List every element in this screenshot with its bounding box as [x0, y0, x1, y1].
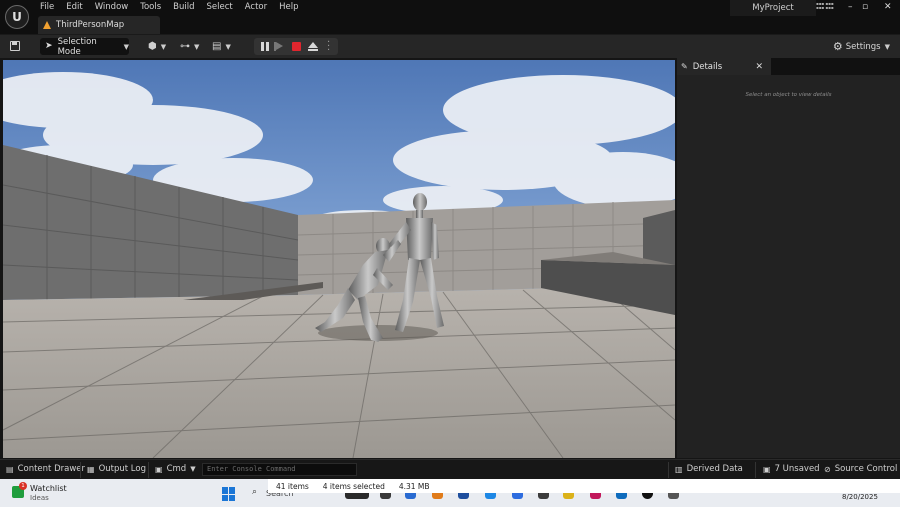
add-cube-icon: ⬢ [148, 41, 157, 52]
taskbar-date: 8/20/2025 [842, 493, 878, 501]
cmd-label: Cmd [166, 464, 187, 474]
source-control-icon: ⊘ [824, 464, 831, 474]
content-drawer-button[interactable]: ▤ Content Drawer [6, 464, 85, 474]
chevron-down-icon: ▼ [160, 42, 167, 51]
selection-mode-button[interactable]: ➤ Selection Mode ▼ [40, 36, 129, 57]
add-actor-button[interactable]: ⬢ ▼ [148, 40, 166, 53]
clapper-icon: ▤ [212, 41, 222, 52]
chevron-down-icon: ▼ [884, 42, 890, 51]
stop-icon[interactable] [292, 42, 301, 51]
settings-button[interactable]: ⚙ Settings ▼ [833, 40, 890, 53]
divider [148, 462, 149, 478]
cmd-button[interactable]: ▣ Cmd ▼ [155, 464, 196, 474]
derived-data-label: Derived Data [686, 464, 743, 474]
pencil-icon: ✎ [681, 62, 688, 71]
settings-label: Settings [845, 41, 881, 52]
content-drawer-label: Content Drawer [17, 464, 85, 474]
maximize-icon[interactable]: ▫ [862, 2, 868, 12]
play-controls: · · · [254, 38, 338, 56]
viewport-scene [3, 60, 675, 458]
chevron-down-icon: ▼ [123, 42, 129, 51]
menu-edit[interactable]: Edit [60, 1, 88, 13]
menu-help[interactable]: Help [273, 1, 304, 13]
level-viewport[interactable] [3, 60, 675, 458]
save-icon: ▣ [763, 464, 771, 474]
menu-actor[interactable]: Actor [239, 1, 273, 13]
drawer-icon: ▤ [6, 464, 14, 474]
frame-advance-icon[interactable] [274, 41, 283, 51]
windows-start-icon[interactable] [222, 487, 236, 501]
main-toolbar: ➤ Selection Mode ▼ ⬢ ▼ ⊶ ▼ ▤ ▼ · · · ⚙ Settin… [0, 34, 900, 58]
cursor-icon: ➤ [45, 41, 53, 51]
more-options-icon[interactable]: · · · [327, 38, 330, 56]
eject-icon[interactable] [308, 42, 318, 51]
blueprints-button[interactable]: ⊶ ▼ [180, 40, 199, 53]
unsaved-label: 7 Unsaved [774, 464, 820, 474]
widget-title[interactable]: Watchlist [30, 484, 67, 493]
unreal-logo-icon[interactable]: U [5, 5, 29, 29]
details-tab[interactable]: ✎ Details ✕ [677, 58, 771, 75]
gear-icon: ⚙ [832, 40, 843, 53]
menu-tools[interactable]: Tools [134, 1, 167, 13]
selected-count: 4 items selected [322, 481, 385, 491]
menu-build[interactable]: Build [167, 1, 200, 13]
divider [80, 462, 81, 478]
details-empty-message: Select an object to view details [745, 92, 832, 98]
selection-tooltip: 41 items 4 items selected 4.31 MB [268, 479, 900, 493]
main-menu: File Edit Window Tools Build Select Acto… [34, 1, 305, 13]
chevron-down-icon: ▼ [190, 465, 196, 473]
details-panel: ✎ Details ✕ Select an object to view det… [677, 58, 900, 458]
console-input[interactable]: Enter Console Command [202, 463, 357, 476]
selected-size: 4.31 MB [398, 481, 430, 491]
output-log-button[interactable]: ▦ Output Log [87, 464, 146, 474]
unsaved-button[interactable]: ▣ 7 Unsaved [763, 464, 820, 474]
search-icon[interactable]: ⌕ [252, 487, 257, 497]
derived-data-button[interactable]: ▥ Derived Data [675, 464, 743, 474]
details-tab-bar: ✎ Details ✕ [677, 58, 900, 75]
project-name: MyProject [730, 0, 816, 16]
cinematics-button[interactable]: ▤ ▼ [212, 40, 231, 53]
details-title: Details [692, 61, 723, 72]
close-icon[interactable]: ✕ [755, 62, 763, 72]
level-tab-label: ThirdPersonMap [56, 20, 125, 30]
save-icon[interactable] [10, 41, 20, 51]
menu-select[interactable]: Select [201, 1, 239, 13]
terminal-icon: ▣ [155, 464, 163, 474]
chevron-down-icon: ▼ [225, 42, 231, 51]
menu-file[interactable]: File [34, 1, 60, 13]
selection-mode-label: Selection Mode [57, 36, 97, 57]
output-log-label: Output Log [98, 464, 146, 474]
item-count: 41 items [276, 481, 309, 491]
close-icon[interactable]: ✕ [884, 2, 892, 12]
database-icon: ▥ [675, 464, 683, 474]
status-bar: ▤ Content Drawer ▦ Output Log ▣ Cmd ▼ En… [0, 459, 900, 479]
source-control-button[interactable]: ⊘ Source Control [824, 464, 897, 474]
divider [668, 462, 669, 478]
widget-subtitle: Ideas [30, 494, 49, 502]
chevron-down-icon: ▼ [194, 42, 200, 51]
pause-icon[interactable] [261, 42, 269, 51]
divider [755, 462, 756, 478]
level-icon [43, 21, 51, 29]
notification-badge: 1 [19, 482, 27, 490]
level-tab[interactable]: ThirdPersonMap [38, 16, 160, 34]
title-bar: U File Edit Window Tools Build Select Ac… [0, 0, 900, 34]
log-icon: ▦ [87, 464, 95, 474]
menu-window[interactable]: Window [89, 1, 135, 13]
source-control-label: Source Control [834, 464, 898, 474]
minimize-icon[interactable]: – [848, 2, 853, 12]
blueprint-icon: ⊶ [180, 41, 190, 52]
